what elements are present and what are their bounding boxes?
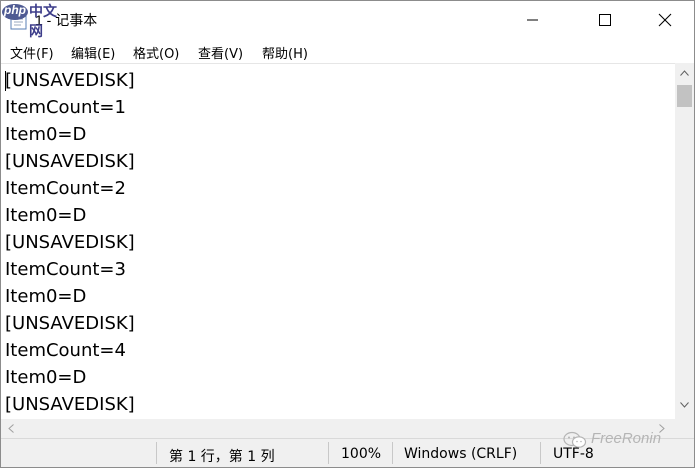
status-zoom: 100%	[341, 446, 382, 462]
menu-view[interactable]: 查看(V)	[198, 43, 243, 62]
editor-line: ItemCount=1	[5, 97, 126, 118]
scroll-left-icon[interactable]	[8, 424, 14, 433]
vertical-scrollbar[interactable]	[675, 63, 694, 419]
editor-lines: [UNSAVEDISK] ItemCount=1 Item0=D [UNSAVE…	[5, 67, 135, 418]
menu-format[interactable]: 格式(O)	[133, 43, 179, 62]
editor-line: Item0=D	[5, 124, 87, 145]
watermark-cn-text: 中文网	[29, 4, 57, 40]
minimize-icon	[527, 19, 538, 21]
wechat-icon	[563, 431, 587, 448]
editor-line: [UNSAVEDISK]	[5, 232, 135, 253]
close-icon	[658, 13, 672, 27]
status-separator	[328, 442, 329, 464]
status-separator	[540, 442, 541, 464]
watermark-php-text: php	[4, 3, 26, 17]
editor-line: ItemCount=3	[5, 259, 126, 280]
menu-help[interactable]: 帮助(H)	[262, 43, 308, 62]
editor-line: [UNSAVEDISK]	[5, 70, 135, 91]
text-editor[interactable]: [UNSAVEDISK] ItemCount=1 Item0=D [UNSAVE…	[1, 63, 675, 420]
menu-file[interactable]: 文件(F)	[10, 43, 54, 62]
status-cursor-position: 第 1 行，第 1 列	[169, 449, 275, 465]
php-cn-watermark-logo: php 中文网	[1, 1, 61, 40]
scrollbar-corner	[675, 419, 694, 438]
close-button[interactable]	[642, 1, 688, 39]
minimize-button[interactable]	[510, 1, 556, 39]
scroll-up-icon[interactable]	[680, 70, 689, 76]
menu-bar: 文件(F) 编辑(E) 格式(O) 查看(V) 帮助(H)	[1, 39, 694, 63]
status-line-ending: Windows (CRLF)	[404, 446, 518, 462]
menu-edit[interactable]: 编辑(E)	[71, 43, 115, 62]
status-separator	[156, 442, 157, 464]
title-bar[interactable]: 1 - 记事本	[1, 1, 694, 39]
editor-line: Item0=D	[5, 205, 87, 226]
editor-line: Item0=D	[5, 367, 87, 388]
editor-line: ItemCount=2	[5, 178, 126, 199]
text-caret	[5, 71, 6, 91]
maximize-button[interactable]	[582, 1, 628, 39]
editor-line: [UNSAVEDISK]	[5, 151, 135, 172]
editor-line: ItemCount=4	[5, 340, 126, 361]
scroll-down-icon[interactable]	[680, 402, 689, 408]
maximize-icon	[599, 14, 611, 26]
status-separator	[392, 442, 393, 464]
vertical-scroll-thumb[interactable]	[677, 85, 692, 107]
notepad-window: 1 - 记事本 php 中文网 文件(F) 编辑(E) 格式(O) 查看(V) …	[0, 0, 695, 468]
editor-line: Item0=D	[5, 286, 87, 307]
editor-line: [UNSAVEDISK]	[5, 313, 135, 334]
editor-line: [UNSAVEDISK]	[5, 394, 135, 415]
watermark-freeronin-text: FreeRonin	[591, 430, 662, 447]
